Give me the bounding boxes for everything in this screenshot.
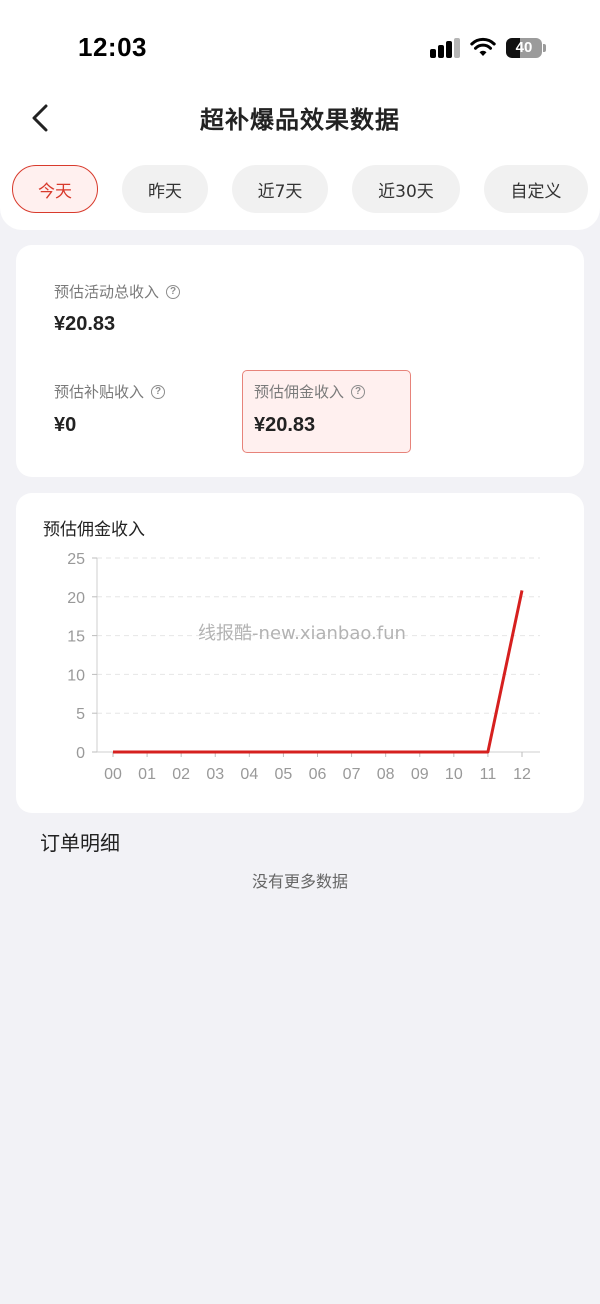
- question-circle-icon[interactable]: ?: [151, 384, 166, 399]
- x-tick-label: 09: [411, 766, 429, 783]
- battery-tip: [543, 44, 546, 52]
- y-tick-label: 15: [67, 629, 85, 646]
- x-tick-label: 10: [445, 766, 463, 783]
- subsidy-income-label-text: 预估补贴收入: [54, 383, 145, 401]
- status-time: 12:03: [78, 32, 147, 62]
- question-circle-icon[interactable]: ?: [166, 284, 181, 299]
- y-tick-label: 5: [76, 706, 85, 723]
- date-range-tabs: 今天 昨天 近7天 近30天 自定义: [0, 165, 600, 215]
- total-income-label: 预估活动总收入 ?: [54, 281, 181, 302]
- subsidy-income-value: ¥0: [54, 414, 77, 436]
- x-tick-label: 02: [172, 766, 190, 783]
- x-tick-label: 00: [104, 766, 122, 783]
- commission-line-chart: 0510152025 00 01 02 03 04 05 06 07 08 09 10 11 12 线报…: [67, 551, 540, 783]
- battery-level: 40: [515, 39, 533, 56]
- tab-last-7-days[interactable]: 近7天: [232, 165, 328, 213]
- commission-chart-card: 预估佣金收入 0 5 10 15 20 25 00 01 02 03 04 05 06 07 08 09 10…: [16, 493, 584, 813]
- question-circle-icon[interactable]: ?: [351, 384, 366, 399]
- x-tick-label: 05: [275, 766, 293, 783]
- watermark-text: 线报酷-new.xianbao.fun: [198, 623, 406, 644]
- x-tick-label: 07: [343, 766, 361, 783]
- page-title: 超补爆品效果数据: [200, 106, 400, 134]
- x-tick-label: 04: [240, 766, 258, 783]
- y-tick-label: 10: [67, 667, 85, 684]
- commission-income-value: ¥20.83: [254, 414, 316, 436]
- commission-income-label: 预估佣金收入 ?: [254, 381, 366, 402]
- x-tick-label: 03: [206, 766, 224, 783]
- y-tick-label: 20: [67, 590, 85, 607]
- y-tick-label: 0: [76, 745, 85, 762]
- battery-icon: 40: [506, 38, 542, 58]
- nav-bar: 超补爆品效果数据: [0, 90, 600, 146]
- total-income-value: ¥20.83: [54, 313, 116, 335]
- x-tick-label: 01: [138, 766, 156, 783]
- x-tick-label: 12: [513, 766, 531, 783]
- status-bar: 12:03 40: [0, 0, 600, 96]
- x-tick-label: 08: [377, 766, 395, 783]
- tab-last-30-days[interactable]: 近30天: [352, 165, 460, 213]
- tab-custom[interactable]: 自定义: [484, 165, 588, 213]
- tab-today[interactable]: 今天: [12, 165, 98, 213]
- subsidy-income-label: 预估补贴收入 ?: [54, 381, 166, 402]
- y-tick-label: 25: [67, 551, 85, 568]
- commission-income-label-text: 预估佣金收入: [254, 383, 345, 401]
- order-details-title: 订单明细: [40, 831, 120, 855]
- x-tick-label: 06: [309, 766, 327, 783]
- total-income-label-text: 预估活动总收入: [54, 283, 160, 301]
- cellular-signal-icon: [430, 38, 460, 58]
- empty-state-text: 没有更多数据: [251, 872, 348, 891]
- tab-yesterday[interactable]: 昨天: [122, 165, 208, 213]
- wifi-icon: [470, 37, 496, 56]
- x-tick-label: 11: [480, 766, 497, 783]
- series-line: [113, 590, 524, 754]
- summary-card: 预估活动总收入 ? ¥20.83 预估补贴收入 ? ¥0 预估佣金收入 ? ¥2…: [16, 245, 584, 477]
